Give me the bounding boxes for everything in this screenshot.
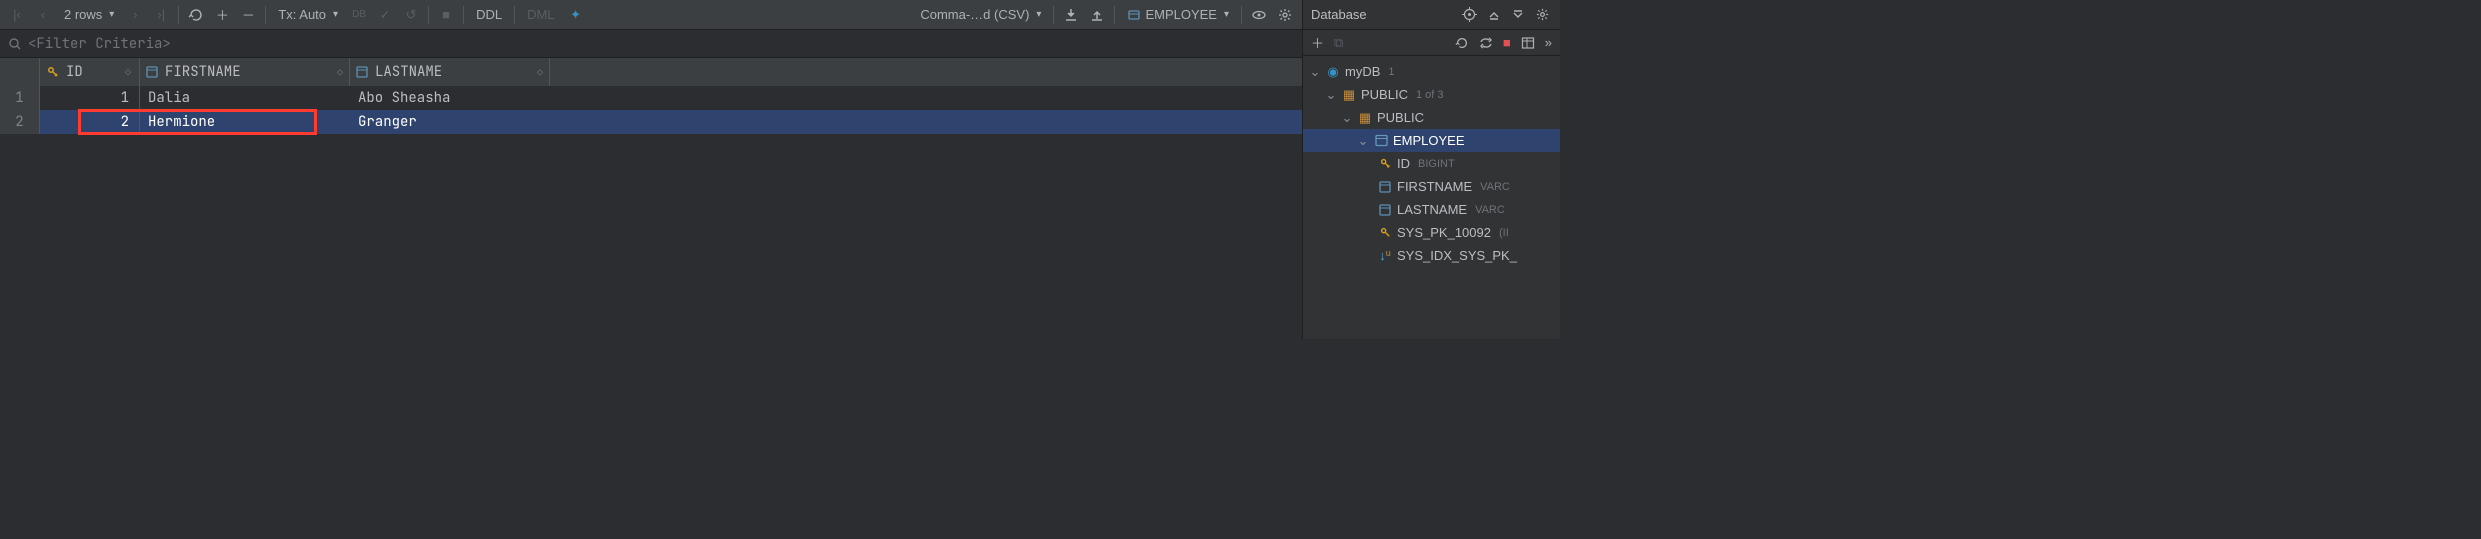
stop-icon[interactable]: ■ [1503,35,1511,50]
revert-button[interactable]: ↺ [400,4,422,26]
tree-node-datasource[interactable]: ⌄ ◉ myDB 1 [1303,60,1560,83]
reload-button[interactable] [185,4,207,26]
last-page-button[interactable]: ›| [150,4,172,26]
ddl-button[interactable]: DDL [470,7,508,22]
index-icon: ↓u [1377,248,1393,263]
column-header-lastname[interactable]: LASTNAME [350,58,550,86]
chevron-down-icon: ⌄ [1325,87,1337,103]
add-row-button[interactable]: ＋ [211,4,233,26]
tx-mode-dropdown[interactable]: Tx: Auto [272,7,344,22]
cell-lastname[interactable]: Granger [350,110,550,134]
next-page-button[interactable]: › [124,4,146,26]
search-icon [8,37,22,51]
chevron-down-icon: ⌄ [1309,64,1321,80]
tree-node-key[interactable]: SYS_PK_10092 (II [1303,221,1560,244]
datasource-icon: ◉ [1325,64,1341,80]
database-tree: ⌄ ◉ myDB 1 ⌄ ▦ PUBLIC 1 of 3 ⌄ ▦ PUBLIC … [1303,56,1560,267]
column-header-firstname[interactable]: FIRSTNAME [140,58,350,86]
table-row[interactable]: 1 1 Dalia Abo Sheasha [0,86,1302,110]
chevron-down-icon: ⌄ [1341,110,1353,126]
pk-icon [46,65,60,79]
result-toolbar: |‹ ‹ 2 rows › ›| ＋ － Tx: Auto DB ✓ ↺ ■ D… [0,0,1302,30]
column-icon [146,66,160,78]
database-panel-title: Database [1311,7,1367,22]
context-table-dropdown[interactable]: EMPLOYEE [1121,7,1235,22]
export-button[interactable] [1060,4,1082,26]
schema-icon: ▦ [1341,87,1357,103]
row-number-header [0,58,40,86]
remove-row-button[interactable]: － [237,4,259,26]
cell-id[interactable]: 1 [40,86,140,110]
prev-page-button[interactable]: ‹ [32,4,54,26]
add-datasource-icon[interactable]: ＋ [1311,33,1324,52]
database-sub-toolbar: ＋ ⧉ ■ » [1303,30,1560,56]
settings-button[interactable] [1274,4,1296,26]
pk-column-icon [1377,157,1393,170]
cell-id[interactable]: 2 [40,110,140,134]
column-header-id[interactable]: ID [40,58,140,86]
column-icon [1377,204,1393,216]
key-icon [1377,226,1393,239]
column-icon [356,66,370,78]
tree-node-column[interactable]: FIRSTNAME VARC [1303,175,1560,198]
tree-node-index[interactable]: ↓u SYS_IDX_SYS_PK_ [1303,244,1560,267]
filter-bar[interactable]: <Filter Criteria> [0,30,1302,58]
collapse-icon[interactable] [1509,6,1527,24]
filter-placeholder: <Filter Criteria> [28,35,171,53]
table-icon [1373,134,1389,147]
target-icon[interactable] [1460,5,1479,24]
view-toggle-button[interactable] [1248,4,1270,26]
stop-button[interactable]: ■ [435,4,457,26]
tree-node-column[interactable]: LASTNAME VARC [1303,198,1560,221]
row-count-dropdown[interactable]: 2 rows [58,7,120,22]
table-view-icon[interactable] [1521,36,1535,50]
table-header: ID FIRSTNAME LASTNAME [0,58,1302,86]
submit-button[interactable]: ✓ [374,4,396,26]
db-commit-icon[interactable]: DB [348,4,370,26]
tree-node-column[interactable]: ID BIGINT [1303,152,1560,175]
more-icon[interactable]: » [1545,35,1552,50]
column-icon [1377,181,1393,193]
first-page-button[interactable]: |‹ [6,4,28,26]
cell-firstname[interactable]: Dalia [140,86,350,110]
expand-icon[interactable] [1485,6,1503,24]
row-number: 2 [0,110,40,134]
row-number: 1 [0,86,40,110]
cell-firstname[interactable]: Hermione [140,110,350,134]
table-row[interactable]: 2 2 Hermione Granger [0,110,1302,134]
cell-lastname[interactable]: Abo Sheasha [350,86,550,110]
tree-node-schema-root[interactable]: ⌄ ▦ PUBLIC 1 of 3 [1303,83,1560,106]
panel-settings-icon[interactable] [1533,5,1552,24]
import-button[interactable] [1086,4,1108,26]
dml-button[interactable]: DML [521,7,560,22]
database-panel-header: Database [1303,0,1560,30]
duplicate-icon[interactable]: ⧉ [1334,35,1343,51]
pin-button[interactable]: ✦ [565,4,587,26]
refresh-icon[interactable] [1455,36,1469,50]
tree-node-schema[interactable]: ⌄ ▦ PUBLIC [1303,106,1560,129]
chevron-down-icon: ⌄ [1357,133,1369,149]
schema-icon: ▦ [1357,110,1373,126]
tree-node-table[interactable]: ⌄ EMPLOYEE [1303,129,1560,152]
export-format-dropdown[interactable]: Comma-…d (CSV) [914,7,1047,22]
sync-icon[interactable] [1479,36,1493,50]
